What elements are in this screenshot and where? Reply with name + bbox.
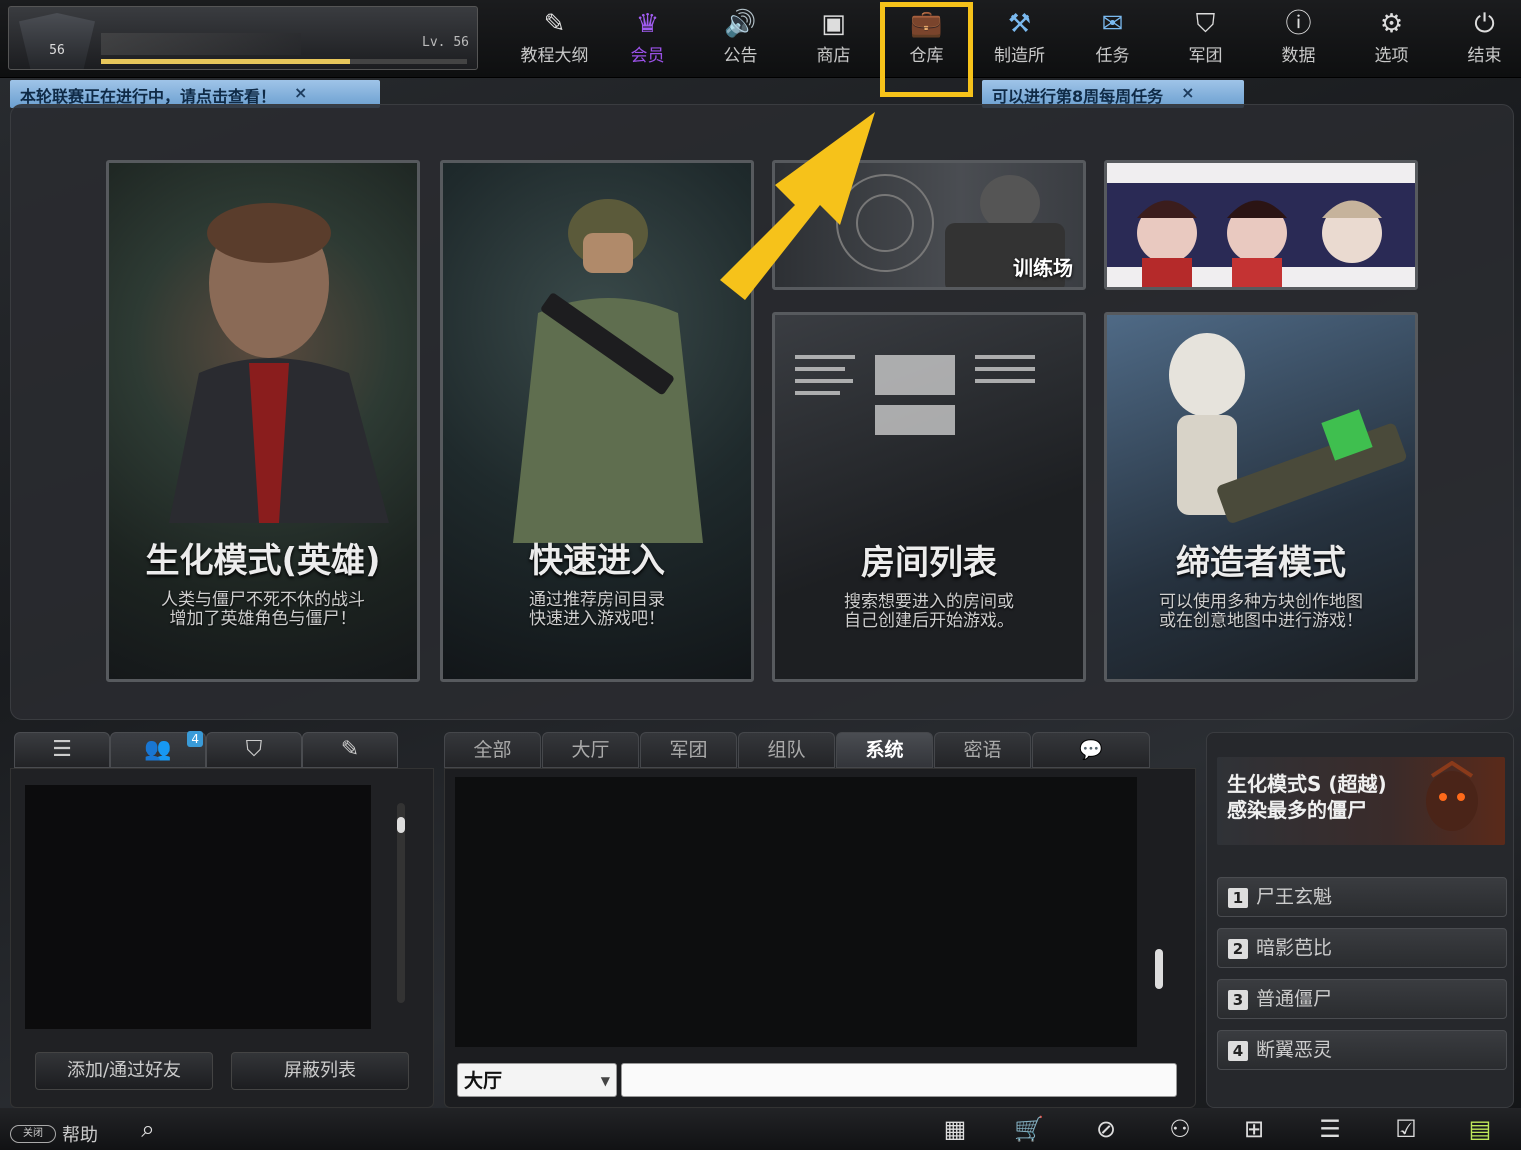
list-icon: ☰ [52,737,72,762]
rank-emblem: 56 [19,13,95,69]
xp-bar [101,59,467,64]
film-icon[interactable]: ▤ [1462,1114,1498,1144]
chat-tab-clan[interactable]: 军团 [640,732,737,768]
chat-input[interactable] [621,1063,1177,1097]
nav-tutorial[interactable]: ✎ 教程大纲 [508,0,601,74]
tab-list[interactable]: ☰ [14,732,110,768]
pointer-arrow-icon [720,112,875,300]
card-creator-mode[interactable]: 缔造者模式 可以使用多种方块创作地图 或在创意地图中进行游戏！ [1104,312,1418,682]
runner-icon[interactable]: ⚇ [1162,1114,1198,1144]
chat-tab-lobby[interactable]: 大厅 [542,732,639,768]
player-name-redacted [101,33,301,55]
chat-bubble-icon[interactable]: 💬 [1032,732,1150,768]
add-friend-button[interactable]: 添加/通过好友 [35,1052,213,1090]
card-title: 快速进入 [529,541,665,581]
chat-tab-all[interactable]: 全部 [444,732,541,768]
card-zombie-hero[interactable]: 生化模式(英雄) 人类与僵尸不死不休的战斗 增加了英雄角色与僵尸！ [106,160,420,682]
zombie-ranking-panel: 生化模式S (超越) 感染最多的僵尸 1 尸王玄魁 2 暗影芭比 3 普通僵尸 4 断翼… [1206,732,1514,1108]
close-icon[interactable]: × [1181,83,1194,105]
calendar-check-icon[interactable]: ☑ [1388,1114,1424,1144]
shield-icon: ⛉ [1195,8,1216,39]
checklist-icon[interactable]: ☰ [1312,1114,1348,1144]
main-nav: ✎ 教程大纲 ♛ 会员 🔊 公告 ▣ 商店 💼 仓库 ⚒ 制造所 ✉ 任务 ⛉ 军团 ⓘ 数据 ⚙… [508,0,1521,74]
friend-list-box: 添加/通过好友 屏蔽列表 [10,768,434,1108]
vip-cart-icon[interactable]: 🛒 [1011,1114,1047,1144]
block-list-button[interactable]: 屏蔽列表 [231,1052,409,1090]
nav-options[interactable]: ⚙ 选项 [1345,0,1438,74]
ranking-row[interactable]: 4 断翼恶灵 [1217,1030,1507,1070]
friend-list[interactable] [25,785,371,1029]
chat-box: 大厅 ▼ [444,768,1196,1108]
training-label: 训练场 [1013,256,1073,280]
clan-members-icon: ⛉ [245,737,263,762]
nav-exit[interactable]: ⏻ 结束 [1438,0,1521,74]
chevron-down-icon: ▼ [600,1074,610,1088]
nav-clan[interactable]: ⛉ 军团 [1159,0,1252,74]
toggle-icon[interactable]: 关闭 [10,1125,56,1143]
nav-workshop[interactable]: ⚒ 制造所 [973,0,1066,74]
ranking-row[interactable]: 3 普通僵尸 [1217,979,1507,1019]
nav-shop[interactable]: ▣ 商店 [787,0,880,74]
chat-scrollbar[interactable] [1155,789,1163,1029]
nav-announcement[interactable]: 🔊 公告 [694,0,787,74]
card-title: 缔造者模式 [1176,543,1346,583]
card-desc: 可以使用多种方块创作地图 或在创意地图中进行游戏！ [1159,592,1363,631]
power-icon: ⏻ [1474,8,1495,39]
tab-clan-members[interactable]: ⛉ [206,732,302,768]
card-desc: 人类与僵尸不死不休的战斗 增加了英雄角色与僵尸！ [161,590,365,629]
info-icon: ⓘ [1285,8,1312,39]
warehouse-highlight-box [880,2,973,97]
ranking-row[interactable]: 2 暗影芭比 [1217,928,1507,968]
shop-icon: ▣ [821,8,846,39]
top-bar: 56 Lv. 56 ✎ 教程大纲 ♛ 会员 🔊 公告 ▣ 商店 💼 仓库 ⚒ 制造所 ✉ 任务… [0,0,1521,78]
craft-icon: ⚒ [1007,8,1032,39]
nav-stats[interactable]: ⓘ 数据 [1252,0,1345,74]
calendar-gift-icon[interactable]: ▦ [937,1114,973,1144]
edit-icon: ✎ [340,737,360,762]
gear-icon: ⚙ [1379,8,1404,39]
close-icon[interactable]: × [294,83,307,105]
chat-panel: 全部 大厅 军团 组队 系统 密语 💬 大厅 ▼ [444,732,1196,1108]
chat-channel-select[interactable]: 大厅 ▼ [457,1063,617,1097]
nav-missions[interactable]: ✉ 任务 [1066,0,1159,74]
player-level: Lv. 56 [422,35,469,50]
ranking-banner[interactable]: 生化模式S (超越) 感染最多的僵尸 [1217,757,1505,845]
tutorial-icon: ✎ [543,8,566,39]
card-event-banner[interactable] [1104,160,1418,290]
search-icon[interactable]: ⌕ [130,1114,166,1144]
chat-tab-system[interactable]: 系统 [836,732,933,768]
nav-vip[interactable]: ♛ 会员 [601,0,694,74]
speaker-icon: 🔊 [724,8,757,39]
card-room-list[interactable]: 房间列表 搜索想要进入的房间或 自己创建后开始游戏。 [772,312,1086,682]
chat-log [455,777,1137,1047]
mission-icon: ✉ [1101,8,1124,39]
chat-tab-whisper[interactable]: 密语 [934,732,1031,768]
compass-icon[interactable]: ⊘ [1088,1114,1124,1144]
chat-tabs: 全部 大厅 军团 组队 系统 密语 💬 [444,732,1151,768]
card-title: 房间列表 [861,543,997,583]
card-desc: 通过推荐房间目录 快速进入游戏吧！ [529,590,665,629]
player-profile[interactable]: 56 Lv. 56 [8,6,478,70]
help-button[interactable]: 关闭 帮助 [10,1121,98,1147]
friends-icon: 👥 [144,737,172,762]
zombie-portrait-icon [1426,761,1478,831]
tab-friends[interactable]: 👥 4 [110,731,206,768]
crown-icon: ♛ [635,8,660,39]
friend-count-badge: 4 [187,731,203,747]
friend-scrollbar[interactable] [397,803,405,1003]
card-desc: 搜索想要进入的房间或 自己创建后开始游戏。 [844,592,1014,631]
chat-tab-party[interactable]: 组队 [738,732,835,768]
bottom-bar: 关闭 帮助 ⌕ ▦ 🛒 ⊘ ⚇ ⊞ ☰ ☑ ▤ [0,1108,1521,1150]
ranking-row[interactable]: 1 尸王玄魁 [1217,877,1507,917]
market-cart-icon[interactable]: ⊞ [1236,1114,1272,1144]
card-title: 生化模式(英雄) [145,541,381,581]
friends-panel: ☰ 👥 4 ⛉ ✎ 添加/通过好友 屏蔽列表 [10,731,434,1110]
tab-edit[interactable]: ✎ [302,732,398,768]
event-art [1107,163,1415,287]
